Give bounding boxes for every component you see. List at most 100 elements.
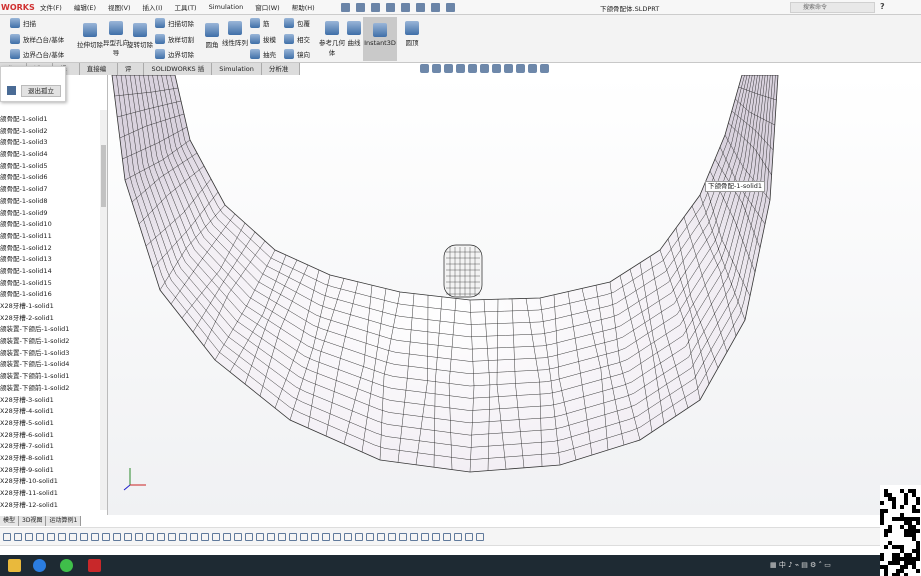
tree-item[interactable]: 颌装置-下颌后-1-solid4 <box>0 359 100 371</box>
mandible-model[interactable] <box>108 74 921 515</box>
tree-item[interactable]: 颌骨配-1-solid10 <box>0 219 100 231</box>
sketch-tool-icon[interactable] <box>58 532 66 541</box>
menu-help[interactable]: 帮助(H) <box>286 2 321 12</box>
sketch-tool-icon[interactable] <box>421 532 429 541</box>
menu-file[interactable]: 文件(F) <box>34 2 68 12</box>
appearance-icon[interactable] <box>516 64 525 73</box>
system-tray[interactable]: ▦ 中 ♪ ⌁ ▤ ⚙ ˄ ▭ <box>770 560 831 570</box>
tree-item[interactable]: X28牙槽-1-solid1 <box>0 301 100 313</box>
sketch-tool-icon[interactable] <box>289 532 297 541</box>
app-icon[interactable] <box>60 559 73 572</box>
menu-simulation[interactable]: Simulation <box>203 3 250 11</box>
linear-pattern-button[interactable]: 线性阵列 <box>219 21 251 47</box>
sketch-tool-icon[interactable] <box>223 532 231 541</box>
section-view-icon[interactable] <box>468 64 477 73</box>
tree-item[interactable]: X28牙槽-3-solid1 <box>0 395 100 407</box>
sketch-tool-icon[interactable] <box>3 532 11 541</box>
tree-item[interactable]: 颌骨配-1-solid16 <box>0 289 100 301</box>
tree-item[interactable]: 颌骨配-1-solid4 <box>0 149 100 161</box>
previous-view-icon[interactable] <box>456 64 465 73</box>
rebuild-icon[interactable] <box>430 2 440 12</box>
tree-item[interactable]: 颌骨配-1-solid9 <box>0 208 100 220</box>
tree-item[interactable]: 颌骨配-1-solid15 <box>0 278 100 290</box>
menu-edit[interactable]: 编辑(E) <box>68 2 102 12</box>
sketch-tool-icon[interactable] <box>80 532 88 541</box>
tree-item[interactable]: X28牙槽-7-solid1 <box>0 441 100 453</box>
tab-solidworks-addins[interactable]: SOLIDWORKS 插件 <box>144 63 213 85</box>
help-button[interactable]: ? <box>880 2 885 11</box>
shell-button[interactable]: 抽壳 <box>250 49 276 59</box>
tab-motion-study[interactable]: 运动算例1 <box>46 516 82 526</box>
exit-isolate-button[interactable]: 退出孤立 <box>21 85 61 97</box>
sketch-tool-icon[interactable] <box>201 532 209 541</box>
print-icon[interactable] <box>385 2 395 12</box>
instant3d-button[interactable]: Instant3D <box>363 17 397 61</box>
zoom-to-fit-icon[interactable] <box>432 64 441 73</box>
view-orientation-icon[interactable] <box>420 64 429 73</box>
sweep-cut-button[interactable]: 扫描切除 <box>155 18 194 28</box>
tree-item[interactable]: X28牙槽-12-solid1 <box>0 500 100 512</box>
browser-icon[interactable] <box>33 559 46 572</box>
tab-model[interactable]: 模型 <box>0 516 20 526</box>
select-icon[interactable] <box>415 2 425 12</box>
sketch-tool-icon[interactable] <box>36 532 44 541</box>
sketch-tool-icon[interactable] <box>355 532 363 541</box>
sketch-tool-icon[interactable] <box>245 532 253 541</box>
tree-item[interactable]: X28牙槽-8-solid1 <box>0 453 100 465</box>
tab-simulation[interactable]: Simulation <box>212 63 262 75</box>
menu-insert[interactable]: 插入(I) <box>137 2 169 12</box>
tab-analysis-prep[interactable]: 分析准备 <box>261 63 301 85</box>
dome-button[interactable]: 圆顶 <box>396 21 428 47</box>
sketch-tool-icon[interactable] <box>102 532 110 541</box>
new-icon[interactable] <box>340 2 350 12</box>
sketch-tool-icon[interactable] <box>344 532 352 541</box>
tree-item[interactable]: 颌装置-下颌后-1-solid3 <box>0 348 100 360</box>
sketch-tool-icon[interactable] <box>300 532 308 541</box>
graphics-viewport[interactable] <box>108 74 921 515</box>
tree-item[interactable]: 颌骨配-1-solid12 <box>0 243 100 255</box>
display-style-icon[interactable] <box>492 64 501 73</box>
loft-boss-button[interactable]: 放样凸台/基体 <box>10 34 64 44</box>
revolve-cut-button[interactable]: 旋转切除 <box>124 23 156 49</box>
tab-3d-views[interactable]: 3D视图 <box>19 516 47 526</box>
tree-item[interactable]: 颌骨配-1-solid3 <box>0 137 100 149</box>
tree-item[interactable]: X28牙槽-5-solid1 <box>0 418 100 430</box>
sketch-tool-icon[interactable] <box>465 532 473 541</box>
sketch-tool-icon[interactable] <box>311 532 319 541</box>
sketch-tool-icon[interactable] <box>234 532 242 541</box>
sketch-tool-icon[interactable] <box>366 532 374 541</box>
file-explorer-icon[interactable] <box>8 559 21 572</box>
search-input[interactable]: 搜索命令 <box>790 2 875 13</box>
wrap-button[interactable]: 包覆 <box>284 18 310 28</box>
sketch-tool-icon[interactable] <box>69 532 77 541</box>
tree-item[interactable]: 颌骨配-1-solid13 <box>0 254 100 266</box>
tree-item[interactable]: X28牙槽-11-solid1 <box>0 488 100 500</box>
sketch-tool-icon[interactable] <box>168 532 176 541</box>
undo-icon[interactable] <box>400 2 410 12</box>
options-icon[interactable] <box>445 2 455 12</box>
sketch-tool-icon[interactable] <box>454 532 462 541</box>
tree-item[interactable]: X28牙槽-6-solid1 <box>0 430 100 442</box>
tree-scrollbar-thumb[interactable] <box>101 145 106 207</box>
zoom-area-icon[interactable] <box>444 64 453 73</box>
sketch-tool-icon[interactable] <box>113 532 121 541</box>
tree-item[interactable]: 颌骨配-1-solid14 <box>0 266 100 278</box>
tree-item[interactable]: 颌装置-下颌前-1-solid1 <box>0 371 100 383</box>
save-icon[interactable] <box>370 2 380 12</box>
sketch-tool-icon[interactable] <box>377 532 385 541</box>
sweep-button[interactable]: 扫描 <box>10 18 36 28</box>
sketch-tool-icon[interactable] <box>179 532 187 541</box>
sketch-tool-icon[interactable] <box>476 532 484 541</box>
solidworks-taskbar-icon[interactable] <box>88 559 101 572</box>
sketch-tool-icon[interactable] <box>256 532 264 541</box>
draft-button[interactable]: 拔模 <box>250 34 276 44</box>
loft-cut-button[interactable]: 放样切割 <box>155 34 194 44</box>
tree-item[interactable]: 颌骨配-1-solid5 <box>0 161 100 173</box>
sketch-tool-icon[interactable] <box>157 532 165 541</box>
hide-show-icon[interactable] <box>504 64 513 73</box>
tree-item[interactable]: X28牙槽-4-solid1 <box>0 406 100 418</box>
tree-item[interactable]: 颌骨配-1-solid1 <box>0 114 100 126</box>
sketch-tool-icon[interactable] <box>278 532 286 541</box>
sketch-tool-icon[interactable] <box>333 532 341 541</box>
tree-item[interactable]: 颌装置-下颌前-1-solid2 <box>0 383 100 395</box>
